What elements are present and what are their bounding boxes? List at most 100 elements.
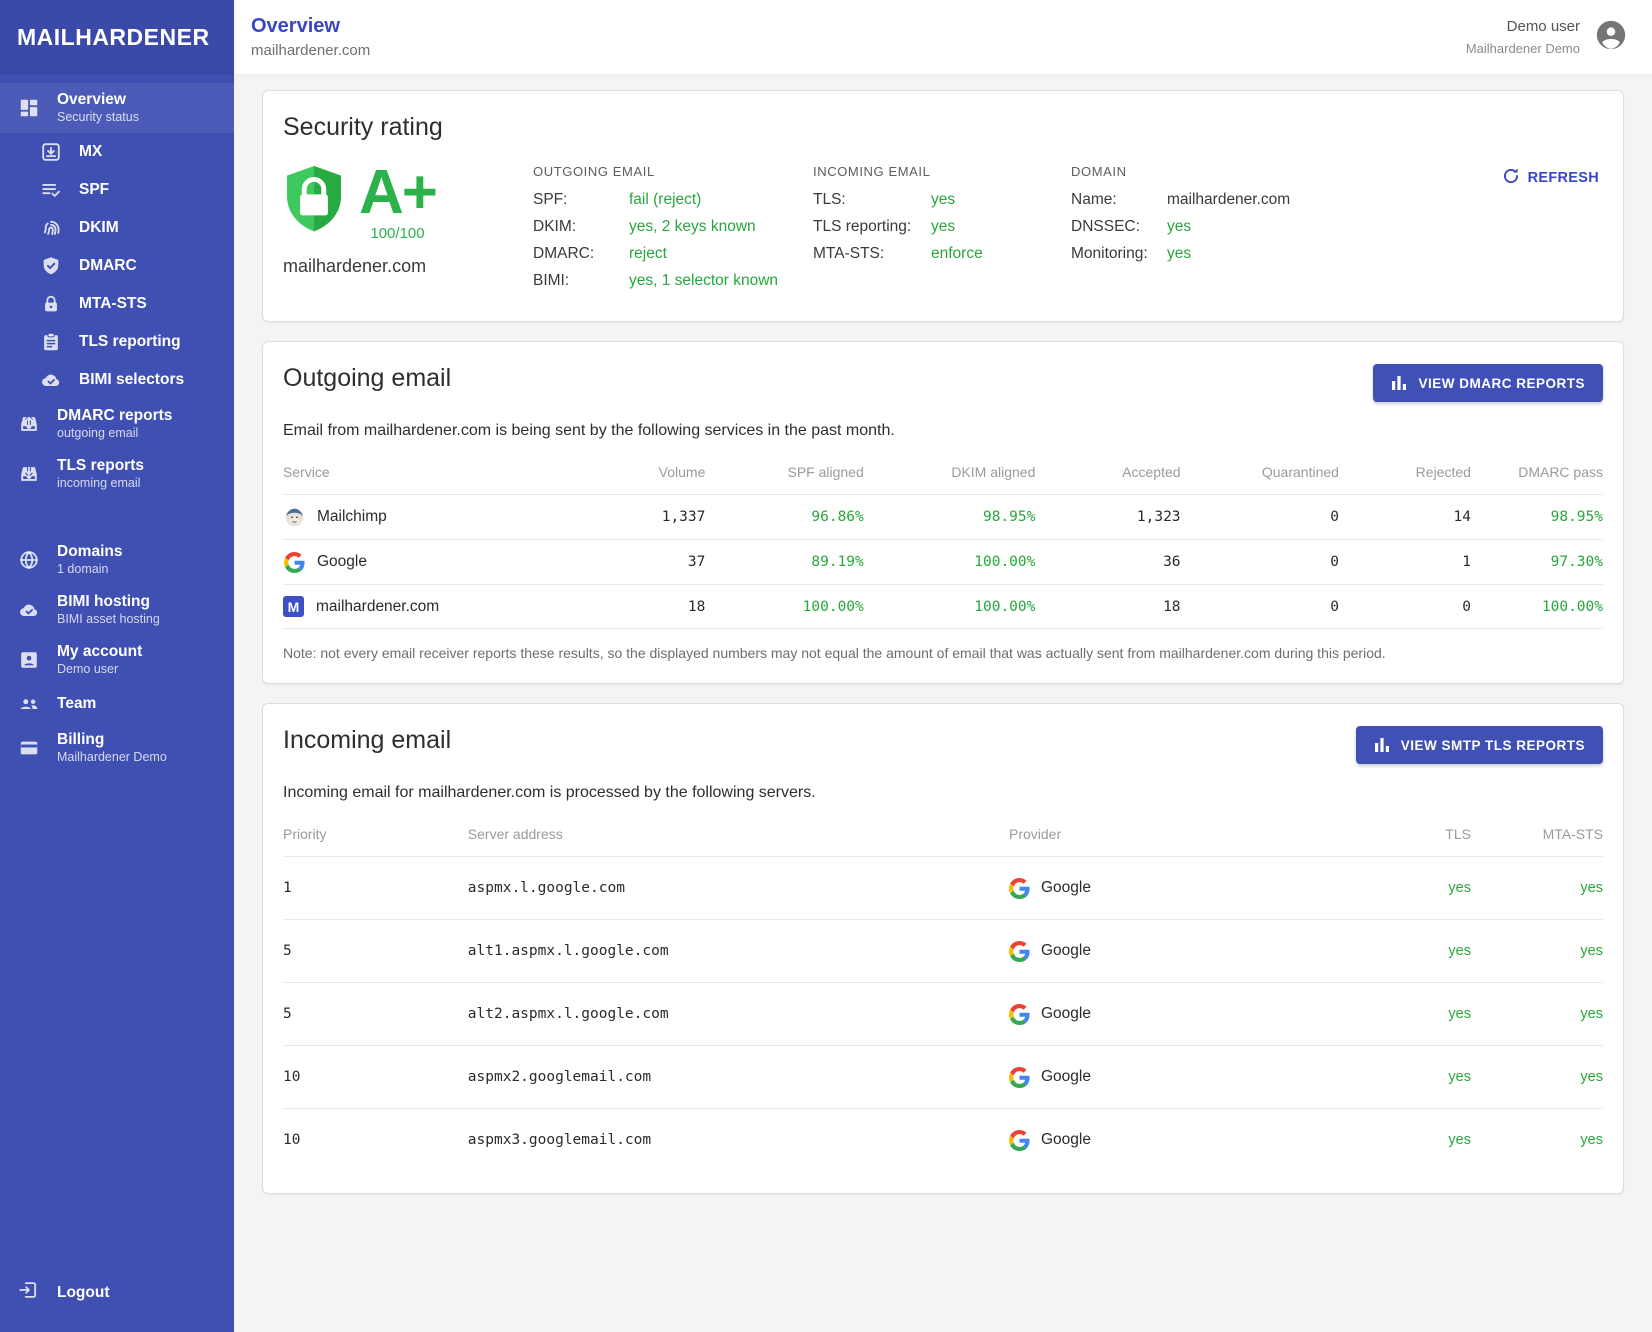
sidebar-item-spf[interactable]: SPF (0, 171, 234, 209)
column-heading: OUTGOING EMAIL (533, 164, 813, 179)
app-root: MAILHARDENER Overview Security status MX (0, 0, 1652, 1332)
cell-tls: yes (1339, 1046, 1471, 1109)
lock-icon (39, 292, 63, 316)
col-header-rejected: Rejected (1339, 454, 1471, 495)
table-row: 5 alt1.aspmx.l.google.com Google yes yes (283, 920, 1603, 983)
cell-mta-sts: yes (1471, 1046, 1603, 1109)
sidebar-item-mx[interactable]: MX (0, 133, 234, 171)
sidebar: MAILHARDENER Overview Security status MX (0, 0, 234, 1332)
outgoing-email-table: Service Volume SPF aligned DKIM aligned … (283, 454, 1603, 629)
sidebar-sublabel: BIMI asset hosting (57, 612, 160, 628)
mailhardener-icon: M (283, 596, 304, 617)
person-badge-icon (17, 648, 41, 672)
incoming-email-description: Incoming email for mailhardener.com is p… (283, 784, 1603, 802)
status-value: yes (1167, 245, 1191, 263)
sidebar-label: MTA-STS (79, 294, 147, 313)
col-header-mta-sts: MTA-STS (1471, 816, 1603, 857)
cell-server-address: aspmx3.googlemail.com (468, 1109, 1009, 1172)
sidebar-item-mta-sts[interactable]: MTA-STS (0, 285, 234, 323)
sidebar-item-overview[interactable]: Overview Security status (0, 83, 234, 133)
status-value: enforce (931, 245, 983, 263)
status-label: DNSSEC: (1071, 218, 1167, 236)
cell-rejected: 1 (1339, 540, 1471, 585)
logout-button[interactable]: Logout (0, 1261, 234, 1332)
provider-name: Google (1041, 879, 1091, 897)
status-value: fail (reject) (629, 191, 701, 209)
page-title: Overview (251, 15, 370, 38)
view-dmarc-reports-button[interactable]: VIEW DMARC REPORTS (1373, 364, 1603, 402)
refresh-icon (1501, 166, 1521, 190)
cloud-check-icon (17, 598, 41, 622)
google-icon (1009, 940, 1031, 962)
google-icon (1009, 1129, 1031, 1151)
security-score: 100/100 (370, 225, 424, 242)
button-label: VIEW DMARC REPORTS (1418, 376, 1585, 391)
score-block: A+ 100/100 mailhardener.com (283, 164, 533, 299)
cloud-check-icon (39, 368, 63, 392)
incoming-email-card: Incoming email VIEW SMTP TLS REPORTS Inc… (262, 703, 1624, 1194)
sidebar-item-dmarc-reports[interactable]: DMARC reports outgoing email (0, 399, 234, 449)
outgoing-email-card: Outgoing email VIEW DMARC REPORTS Email … (262, 341, 1624, 684)
dashboard-icon (17, 96, 41, 120)
security-outgoing-column: OUTGOING EMAIL SPF:fail (reject) DKIM:ye… (533, 164, 813, 299)
cell-priority: 10 (283, 1046, 468, 1109)
sidebar-item-team[interactable]: Team (0, 685, 234, 723)
rated-domain: mailhardener.com (283, 256, 533, 277)
table-row: 5 alt2.aspmx.l.google.com Google yes yes (283, 983, 1603, 1046)
tray-down-icon (17, 462, 41, 486)
col-header-dmarc-pass: DMARC pass (1471, 454, 1603, 495)
cell-server-address: alt2.aspmx.l.google.com (468, 983, 1009, 1046)
shield-lock-icon (283, 164, 345, 241)
sidebar-item-domains[interactable]: Domains 1 domain (0, 535, 234, 585)
security-grade: A+ (359, 164, 436, 223)
status-label: SPF: (533, 191, 629, 209)
sidebar-label: Domains (57, 542, 122, 561)
col-header-priority: Priority (283, 816, 468, 857)
table-row: 10 aspmx3.googlemail.com Google yes yes (283, 1109, 1603, 1172)
people-icon (17, 692, 41, 716)
cell-server-address: aspmx2.googlemail.com (468, 1046, 1009, 1109)
status-value: yes (931, 191, 955, 209)
mailchimp-icon (283, 506, 305, 528)
sidebar-item-bimi-selectors[interactable]: BIMI selectors (0, 361, 234, 399)
provider-name: Google (1041, 942, 1091, 960)
cell-tls: yes (1339, 857, 1471, 920)
incoming-email-title: Incoming email (283, 726, 451, 755)
provider-name: Google (1041, 1131, 1091, 1149)
sidebar-item-tls-reports[interactable]: TLS reports incoming email (0, 449, 234, 499)
sidebar-label: BIMI hosting (57, 592, 160, 611)
status-value: mailhardener.com (1167, 191, 1290, 209)
outgoing-note: Note: not every email receiver reports t… (283, 643, 1603, 661)
cell-dmarc: 98.95% (1471, 495, 1603, 540)
service-name: Google (317, 553, 367, 571)
refresh-button[interactable]: REFRESH (1501, 166, 1599, 190)
cell-dkim: 98.95% (864, 495, 1036, 540)
sidebar-sublabel: incoming email (57, 476, 144, 492)
column-heading: DOMAIN (1071, 164, 1351, 179)
google-icon (1009, 1003, 1031, 1025)
sidebar-item-bimi-hosting[interactable]: BIMI hosting BIMI asset hosting (0, 585, 234, 635)
outgoing-email-description: Email from mailhardener.com is being sen… (283, 422, 1603, 440)
cell-spf: 100.00% (705, 585, 863, 629)
sidebar-item-billing[interactable]: Billing Mailhardener Demo (0, 723, 234, 773)
account-avatar-icon[interactable] (1594, 18, 1628, 57)
user-name: Demo user (1466, 16, 1580, 39)
sidebar-label: SPF (79, 180, 109, 199)
cell-volume: 37 (560, 540, 705, 585)
cell-priority: 1 (283, 857, 468, 920)
sidebar-label: DKIM (79, 218, 119, 237)
sidebar-item-tls-reporting[interactable]: TLS reporting (0, 323, 234, 361)
status-label: DMARC: (533, 245, 629, 263)
status-label: Monitoring: (1071, 245, 1167, 263)
sidebar-item-dkim[interactable]: DKIM (0, 209, 234, 247)
col-header-volume: Volume (560, 454, 705, 495)
sidebar-label: DMARC reports (57, 406, 172, 425)
status-label: DKIM: (533, 218, 629, 236)
status-value: yes (931, 218, 955, 236)
cell-volume: 18 (560, 585, 705, 629)
sidebar-item-dmarc[interactable]: DMARC (0, 247, 234, 285)
google-icon (283, 551, 305, 573)
cell-priority: 5 (283, 983, 468, 1046)
sidebar-item-my-account[interactable]: My account Demo user (0, 635, 234, 685)
view-smtp-tls-reports-button[interactable]: VIEW SMTP TLS REPORTS (1356, 726, 1603, 764)
